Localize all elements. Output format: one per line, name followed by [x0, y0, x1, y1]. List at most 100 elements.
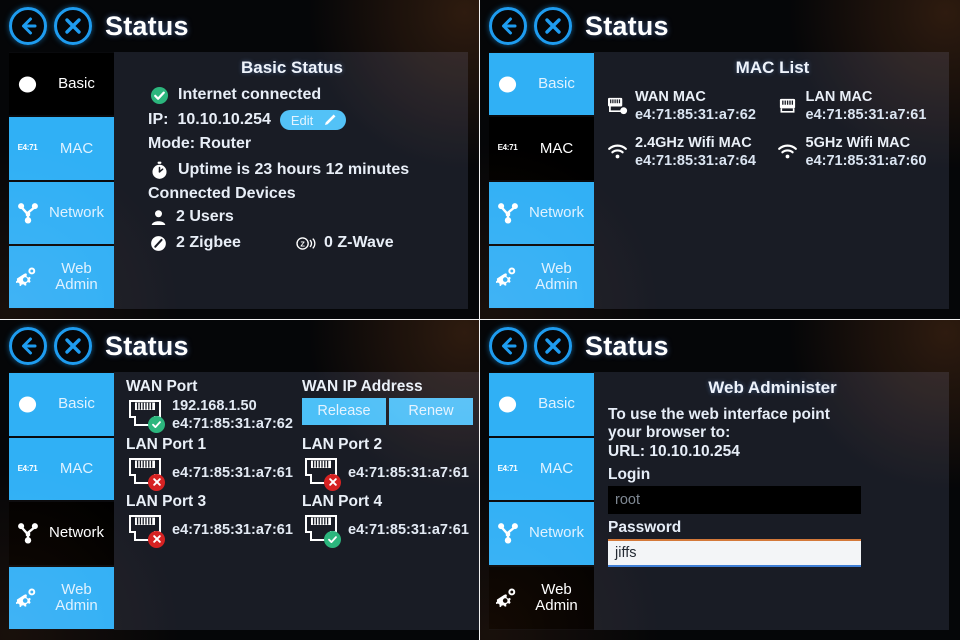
- back-button[interactable]: [9, 327, 47, 365]
- header-bar: Status: [480, 0, 960, 52]
- users-row: 2 Users: [148, 206, 462, 228]
- sidebar-item-label: Basic: [58, 395, 95, 413]
- network-topology-icon: [494, 522, 521, 544]
- sidebar-item-label: Network: [528, 203, 584, 221]
- sidebar-item-mac[interactable]: E4:71 MAC: [9, 437, 114, 500]
- sidebar-item-web-admin[interactable]: Web Admin: [489, 566, 594, 629]
- lan-port-icon: [777, 96, 799, 115]
- sidebar-item-network[interactable]: Network: [9, 502, 114, 565]
- connected-devices-label: Connected Devices: [148, 185, 296, 202]
- label-line-1: Web: [61, 580, 92, 598]
- internet-status-row: Internet connected: [148, 84, 462, 106]
- sidebar-item-label: Basic: [538, 75, 575, 93]
- label-line-2: Admin: [55, 275, 98, 293]
- close-button[interactable]: [534, 327, 572, 365]
- status-badge-error: [324, 473, 341, 491]
- mac-entry-name: LAN MAC: [805, 89, 873, 105]
- lan-port-title: LAN Port 2: [302, 435, 383, 453]
- login-label: Login: [608, 465, 651, 483]
- mac-entry: 2.4GHz Wifi MAC e4:71:85:31:a7:64: [606, 134, 769, 170]
- sidebar: Basic E4:71 MAC Network Web Admin: [9, 52, 114, 309]
- wan-port-mac: e4:71:85:31:a7:62: [172, 416, 293, 433]
- sidebar-item-label: MAC: [539, 139, 574, 157]
- lan-port-mac: e4:71:85:31:a7:61: [172, 521, 293, 538]
- page-title: Status: [585, 330, 669, 361]
- lan-port-block: LAN Port 4 e4:71:85:31:a7:61: [302, 493, 473, 548]
- zwave-icon: Z: [296, 232, 318, 254]
- sidebar: Basic E4:71 MAC Network Web Admin: [489, 372, 594, 630]
- lan-port-mac: e4:71:85:31:a7:61: [172, 464, 293, 481]
- edit-ip-button[interactable]: Edit: [279, 110, 347, 130]
- renew-button[interactable]: Renew: [389, 398, 473, 425]
- ip-row: IP: 10.10.10.254 Edit: [148, 110, 462, 130]
- sidebar-item-mac[interactable]: E4:71 MAC: [489, 437, 594, 500]
- sidebar-item-basic[interactable]: Basic: [9, 53, 114, 116]
- sidebar-item-network[interactable]: Network: [489, 181, 594, 244]
- sidebar-item-basic[interactable]: Basic: [9, 373, 114, 436]
- release-button[interactable]: Release: [302, 398, 386, 425]
- ip-value: 10.10.10.254: [177, 111, 271, 128]
- close-button[interactable]: [534, 7, 572, 45]
- users-count: 2 Users: [176, 208, 234, 225]
- status-badge-ok: [324, 530, 341, 548]
- wan-ip-title: WAN IP Address: [302, 378, 423, 395]
- gears-icon: [494, 586, 521, 609]
- back-button[interactable]: [9, 7, 47, 45]
- instructions-line-2: your browser to:: [608, 423, 731, 441]
- lan-port-block: LAN Port 1 e4:71:85:31:a7:61: [126, 436, 302, 491]
- sidebar-item-mac[interactable]: E4:71 MAC: [9, 117, 114, 180]
- sidebar-item-mac[interactable]: E4:71 MAC: [489, 117, 594, 180]
- sidebar-item-web-admin[interactable]: Web Admin: [9, 566, 114, 629]
- back-button[interactable]: [489, 7, 527, 45]
- lan-port-block: LAN Port 2 e4:71:85:31:a7:61: [302, 436, 473, 491]
- uptime-text: Uptime is 23 hours 12 minutes: [178, 161, 410, 178]
- sidebar-item-basic[interactable]: Basic: [489, 53, 594, 116]
- close-button[interactable]: [54, 327, 92, 365]
- zigbee-icon: [148, 233, 168, 253]
- sidebar-item-basic[interactable]: Basic: [489, 373, 594, 436]
- sidebar-item-label: MAC: [59, 459, 94, 477]
- lan-port-title: LAN Port 3: [126, 492, 207, 510]
- close-button[interactable]: [54, 7, 92, 45]
- mac-entry: LAN MAC e4:71:85:31:a7:61: [777, 88, 940, 124]
- password-input[interactable]: jiffs: [608, 538, 861, 567]
- wan-port-title: WAN Port: [126, 378, 198, 395]
- rj45-port-icon: [126, 512, 166, 548]
- gears-icon: [14, 265, 41, 288]
- mac-entry-name: 2.4GHz Wifi MAC: [635, 134, 752, 151]
- sidebar-item-label: Basic: [538, 395, 575, 413]
- section-title: Web Administer: [708, 378, 837, 397]
- back-button[interactable]: [489, 327, 527, 365]
- sidebar-item-web-admin[interactable]: Web Admin: [489, 245, 594, 308]
- sidebar-item-label: Web Admin: [46, 259, 107, 293]
- close-x-icon: [65, 18, 81, 34]
- mac-prefix-icon: E4:71: [497, 463, 518, 473]
- screen-body: Basic E4:71 MAC Network: [489, 52, 949, 309]
- label-line-1: Web: [61, 259, 92, 277]
- label-line-2: Admin: [535, 596, 578, 614]
- sidebar-item-label: Web Admin: [526, 581, 587, 614]
- panel-basic-status: Status Basic E4:71 MAC Network Web Admin…: [0, 0, 479, 319]
- back-arrow-icon: [22, 17, 37, 35]
- svg-text:Z: Z: [300, 239, 305, 248]
- lan-port-mac: e4:71:85:31:a7:61: [348, 464, 469, 481]
- sidebar-item-network[interactable]: Network: [489, 502, 594, 565]
- sidebar: Basic E4:71 MAC Network Web Admin: [489, 52, 594, 309]
- sidebar-item-web-admin[interactable]: Web Admin: [9, 245, 114, 308]
- sidebar-item-network[interactable]: Network: [9, 181, 114, 244]
- sidebar-item-label: MAC: [59, 139, 94, 157]
- login-input[interactable]: root: [608, 485, 861, 514]
- label-line-2: Admin: [535, 275, 578, 293]
- sidebar: Basic E4:71 MAC Network Web Admin: [9, 372, 114, 630]
- circle-icon: [494, 75, 521, 94]
- gears-icon: [494, 265, 521, 288]
- pencil-icon: [325, 114, 336, 125]
- sidebar-item-label: Web Admin: [46, 580, 107, 614]
- back-arrow-icon: [502, 337, 517, 355]
- wan-port-ip: 192.168.1.50: [172, 398, 257, 414]
- zigbee-count: 2 Zigbee: [176, 234, 241, 251]
- sidebar-item-label: Web Admin: [526, 260, 587, 293]
- status-badge-error: [148, 530, 165, 548]
- circle-icon: [494, 395, 521, 414]
- password-label: Password: [608, 518, 682, 536]
